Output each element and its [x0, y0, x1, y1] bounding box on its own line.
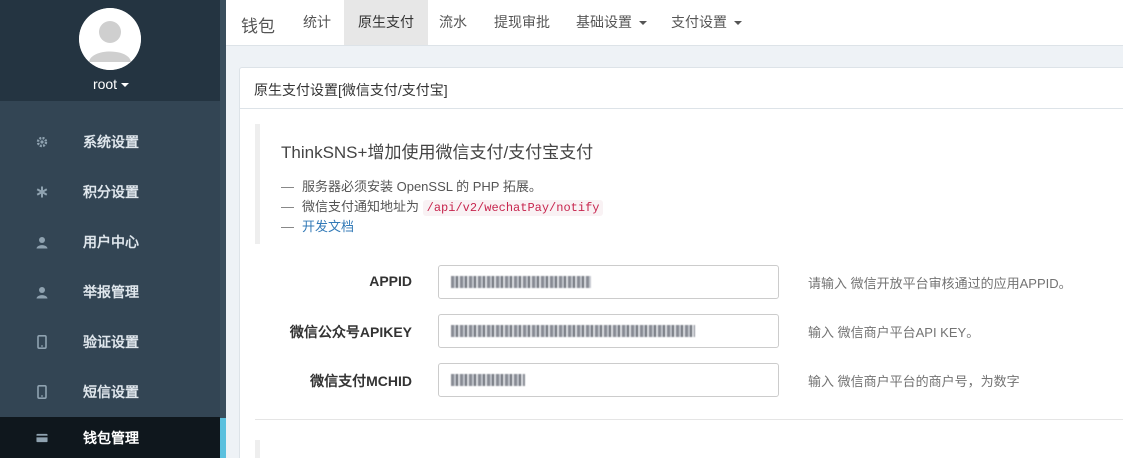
tab-label: 基础设置: [576, 14, 632, 30]
callout-line: — 开发文档: [281, 217, 1123, 237]
chevron-down-icon: [121, 83, 130, 88]
sidebar-item-wallet-management[interactable]: 钱包管理: [0, 417, 222, 458]
user-icon: [36, 285, 48, 299]
user-menu[interactable]: root: [0, 76, 222, 92]
sidebar-item-label: 用户中心: [83, 234, 139, 250]
field-label: 微信支付MCHID: [310, 373, 412, 389]
sidebar-item-label: 钱包管理: [83, 430, 139, 446]
tab-payment-settings[interactable]: 支付设置: [657, 0, 756, 45]
callout-text: 服务器必须安装 OpenSSL 的 PHP 拓展。: [302, 179, 542, 194]
sidebar-border: [220, 0, 226, 418]
chevron-down-icon: [639, 21, 647, 26]
avatar[interactable]: [79, 8, 141, 70]
masked-value: [451, 276, 591, 288]
username: root: [92, 76, 118, 92]
tab-label: 支付设置: [671, 14, 727, 30]
sidebar-item-points-settings[interactable]: 积分设置: [0, 167, 222, 217]
dash: —: [281, 199, 294, 214]
dash: —: [281, 219, 294, 234]
asterisk-icon: [36, 185, 48, 199]
mchid-input[interactable]: [438, 363, 779, 397]
settings-panel: 原生支付设置[微信支付/支付宝] ThinkSNS+增加使用微信支付/支付宝支付…: [239, 67, 1123, 458]
tab-withdraw-approval[interactable]: 提现审批: [480, 0, 564, 45]
gear-icon: [36, 135, 48, 149]
sidebar-item-label: 系统设置: [83, 134, 139, 150]
next-section-callout: [255, 440, 1123, 458]
sidebar-item-verification-settings[interactable]: 验证设置: [0, 317, 222, 367]
masked-value: [451, 374, 525, 386]
field-help: 输入 微信商户平台的商户号，为数字: [808, 374, 1020, 389]
panel-heading: 原生支付设置[微信支付/支付宝]: [240, 68, 1123, 109]
field-help: 输入 微信商户平台API KEY。: [808, 325, 980, 340]
sidebar-item-label: 举报管理: [83, 284, 139, 300]
sidebar-item-user-center[interactable]: 用户中心: [0, 217, 222, 267]
sidebar-item-label: 短信设置: [83, 384, 139, 400]
callout-text: 微信支付通知地址为: [302, 199, 420, 214]
notify-url-code: /api/v2/wechatPay/notify: [422, 200, 604, 216]
top-navbar: 钱包 统计 原生支付 流水 提现审批 基础设置 支付设置: [226, 0, 1123, 46]
callout-line: — 服务器必须安装 OpenSSL 的 PHP 拓展。: [281, 177, 1123, 197]
section-divider: [255, 419, 1123, 420]
sidebar-item-system-settings[interactable]: 系统设置: [0, 117, 222, 167]
apikey-input[interactable]: [438, 314, 779, 348]
sidebar-item-sms-settings[interactable]: 短信设置: [0, 367, 222, 417]
phone-icon: [36, 385, 48, 399]
tab-flow[interactable]: 流水: [425, 0, 481, 45]
sidebar-user-panel: root: [0, 0, 222, 101]
info-callout: ThinkSNS+增加使用微信支付/支付宝支付 — 服务器必须安装 OpenSSL…: [255, 124, 1123, 244]
field-help: 请输入 微信开放平台审核通过的应用APPID。: [808, 276, 1072, 291]
tab-statistics[interactable]: 统计: [289, 0, 345, 45]
form-row-appid: APPID 请输入 微信开放平台审核通过的应用APPID。: [240, 265, 1123, 299]
user-icon: [36, 235, 48, 249]
tab-native-payment[interactable]: 原生支付: [344, 0, 428, 45]
field-label: 微信公众号APIKEY: [289, 324, 412, 340]
field-label: APPID: [369, 273, 412, 289]
sidebar: root 系统设置 积分设置 用户中心 举报管理 验证设置 短信设置 钱包管理: [0, 0, 222, 458]
dash: —: [281, 179, 294, 194]
callout-line: — 微信支付通知地址为 /api/v2/wechatPay/notify: [281, 197, 1123, 217]
appid-input[interactable]: [438, 265, 779, 299]
tab-basic-settings[interactable]: 基础设置: [562, 0, 661, 45]
form-row-mchid: 微信支付MCHID 输入 微信商户平台的商户号，为数字: [240, 363, 1123, 397]
chevron-down-icon: [734, 21, 742, 26]
navbar-brand[interactable]: 钱包: [241, 12, 275, 37]
form-row-apikey: 微信公众号APIKEY 输入 微信商户平台API KEY。: [240, 314, 1123, 348]
sidebar-item-label: 积分设置: [83, 184, 139, 200]
sidebar-item-report-management[interactable]: 举报管理: [0, 267, 222, 317]
user-avatar-icon: [79, 8, 141, 70]
sidebar-item-label: 验证设置: [83, 334, 139, 350]
masked-value: [451, 325, 695, 337]
callout-title: ThinkSNS+增加使用微信支付/支付宝支付: [281, 143, 594, 162]
sidebar-menu: 系统设置 积分设置 用户中心 举报管理 验证设置 短信设置 钱包管理: [0, 117, 222, 458]
card-icon: [36, 431, 48, 445]
phone-icon: [36, 335, 48, 349]
dev-docs-link[interactable]: 开发文档: [302, 219, 354, 234]
